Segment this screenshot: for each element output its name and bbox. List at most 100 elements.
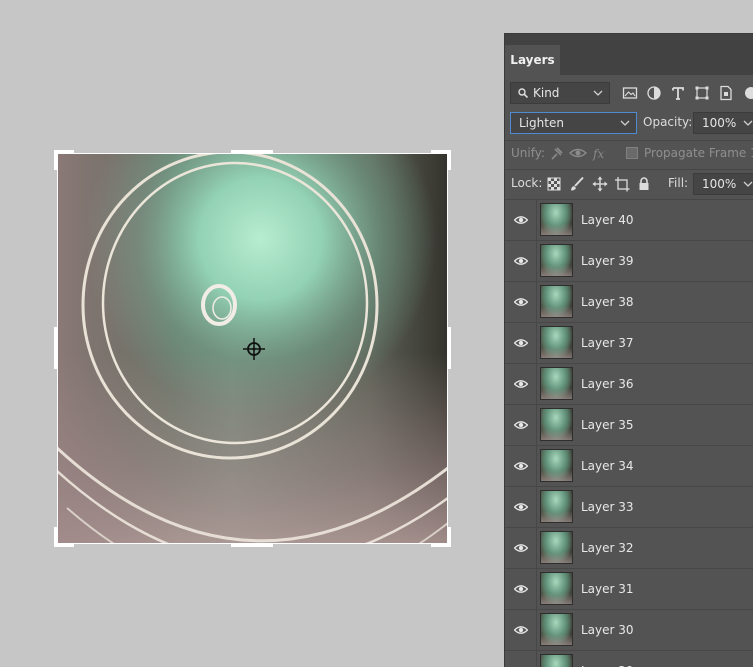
eye-icon [514,380,528,388]
visibility-toggle[interactable] [505,610,537,650]
divider [505,140,753,141]
layer-row[interactable]: Layer 32 [505,528,753,569]
eye-icon [514,626,528,634]
type-filter-icon[interactable] [670,85,686,101]
eye-icon [514,544,528,552]
layer-list: Layer 40 Layer 39 Layer 38 Layer 37 Laye… [505,200,753,667]
layer-thumbnail [540,203,573,236]
lock-all-icon[interactable] [636,176,652,192]
visibility-toggle[interactable] [505,569,537,609]
lock-artboard-icon[interactable] [614,176,630,192]
adjustment-filter-icon[interactable] [646,85,662,101]
reference-point-icon[interactable] [242,337,266,361]
layer-row[interactable]: Layer 37 [505,323,753,364]
layer-name[interactable]: Layer 38 [581,282,634,322]
visibility-toggle[interactable] [505,487,537,527]
layer-thumbnail [540,408,573,441]
layer-row[interactable]: Layer 39 [505,241,753,282]
lock-label: Lock: [511,176,543,190]
layer-row[interactable]: Layer 33 [505,487,753,528]
panel-tab-bar: Layers [505,33,753,76]
layer-name[interactable]: Layer 39 [581,241,634,281]
layer-name[interactable]: Layer 40 [581,200,634,240]
blend-mode-value: Lighten [519,116,564,130]
layer-name[interactable]: Layer 33 [581,487,634,527]
layer-row[interactable]: Layer 29 [505,651,753,667]
filter-toggle-icon[interactable] [743,85,753,101]
transform-handle-top-right[interactable] [431,150,451,170]
visibility-toggle[interactable] [505,282,537,322]
smart-object-filter-icon[interactable] [718,85,734,101]
eye-icon [514,585,528,593]
layer-name[interactable]: Layer 29 [581,651,634,667]
layer-thumbnail [540,449,573,482]
search-icon [518,88,528,98]
layer-name[interactable]: Layer 36 [581,364,634,404]
canvas-document[interactable] [54,150,451,547]
propagate-frame-label: Propagate Frame 1 [644,146,753,160]
layer-row[interactable]: Layer 40 [505,200,753,241]
transform-handle-bottom-left[interactable] [54,527,74,547]
lock-transparent-pixels-icon[interactable] [546,176,562,192]
layer-thumbnail [540,572,573,605]
visibility-toggle[interactable] [505,528,537,568]
layers-panel: Layers Kind Lighten Opacity: 100% Unify:… [504,33,753,667]
layer-row[interactable]: Layer 30 [505,610,753,651]
unify-position-icon[interactable] [547,146,565,162]
filter-kind-select[interactable]: Kind [510,82,610,104]
blend-mode-select[interactable]: Lighten [510,112,637,134]
opacity-field[interactable]: 100% [693,112,753,134]
layer-thumbnail [540,613,573,646]
fill-field[interactable]: 100% [693,173,753,195]
layer-thumbnail [540,326,573,359]
eye-icon [514,339,528,347]
transform-handle-right[interactable] [447,327,451,369]
layer-thumbnail [540,244,573,277]
layer-name[interactable]: Layer 37 [581,323,634,363]
layer-name[interactable]: Layer 34 [581,446,634,486]
layer-row[interactable]: Layer 34 [505,446,753,487]
fill-value: 100% [702,177,737,191]
eye-icon [514,216,528,224]
layer-row[interactable]: Layer 35 [505,405,753,446]
shape-filter-icon[interactable] [694,85,710,101]
opacity-value: 100% [702,116,737,130]
visibility-toggle[interactable] [505,323,537,363]
layer-name[interactable]: Layer 32 [581,528,634,568]
lock-image-pixels-icon[interactable] [569,176,585,192]
visibility-toggle[interactable] [505,405,537,445]
opacity-label: Opacity: [643,115,693,129]
eye-icon [514,421,528,429]
chevron-down-icon [593,90,603,96]
eye-icon [514,503,528,511]
lock-position-icon[interactable] [592,176,608,192]
layer-thumbnail [540,367,573,400]
transform-handle-top-left[interactable] [54,150,74,170]
unify-style-icon[interactable]: fx [592,146,610,162]
visibility-toggle[interactable] [505,651,537,667]
chevron-down-icon[interactable] [743,118,753,128]
fill-label: Fill: [668,176,689,190]
layer-thumbnail [540,285,573,318]
layer-row[interactable]: Layer 36 [505,364,753,405]
unify-visibility-icon[interactable] [569,146,587,162]
tab-layers[interactable]: Layers [505,45,560,76]
layer-row[interactable]: Layer 38 [505,282,753,323]
transform-handle-top[interactable] [231,150,273,154]
visibility-toggle[interactable] [505,446,537,486]
layer-name[interactable]: Layer 35 [581,405,634,445]
layer-name[interactable]: Layer 31 [581,569,634,609]
chevron-down-icon[interactable] [743,179,753,189]
layer-row[interactable]: Layer 31 [505,569,753,610]
transform-handle-left[interactable] [54,327,58,369]
svg-text:fx: fx [592,147,604,161]
eye-icon [514,298,528,306]
layer-name[interactable]: Layer 30 [581,610,634,650]
visibility-toggle[interactable] [505,364,537,404]
visibility-toggle[interactable] [505,241,537,281]
transform-handle-bottom-right[interactable] [431,527,451,547]
image-filter-icon[interactable] [622,85,638,101]
propagate-frame-checkbox[interactable] [626,147,638,159]
visibility-toggle[interactable] [505,200,537,240]
transform-handle-bottom[interactable] [231,543,273,547]
